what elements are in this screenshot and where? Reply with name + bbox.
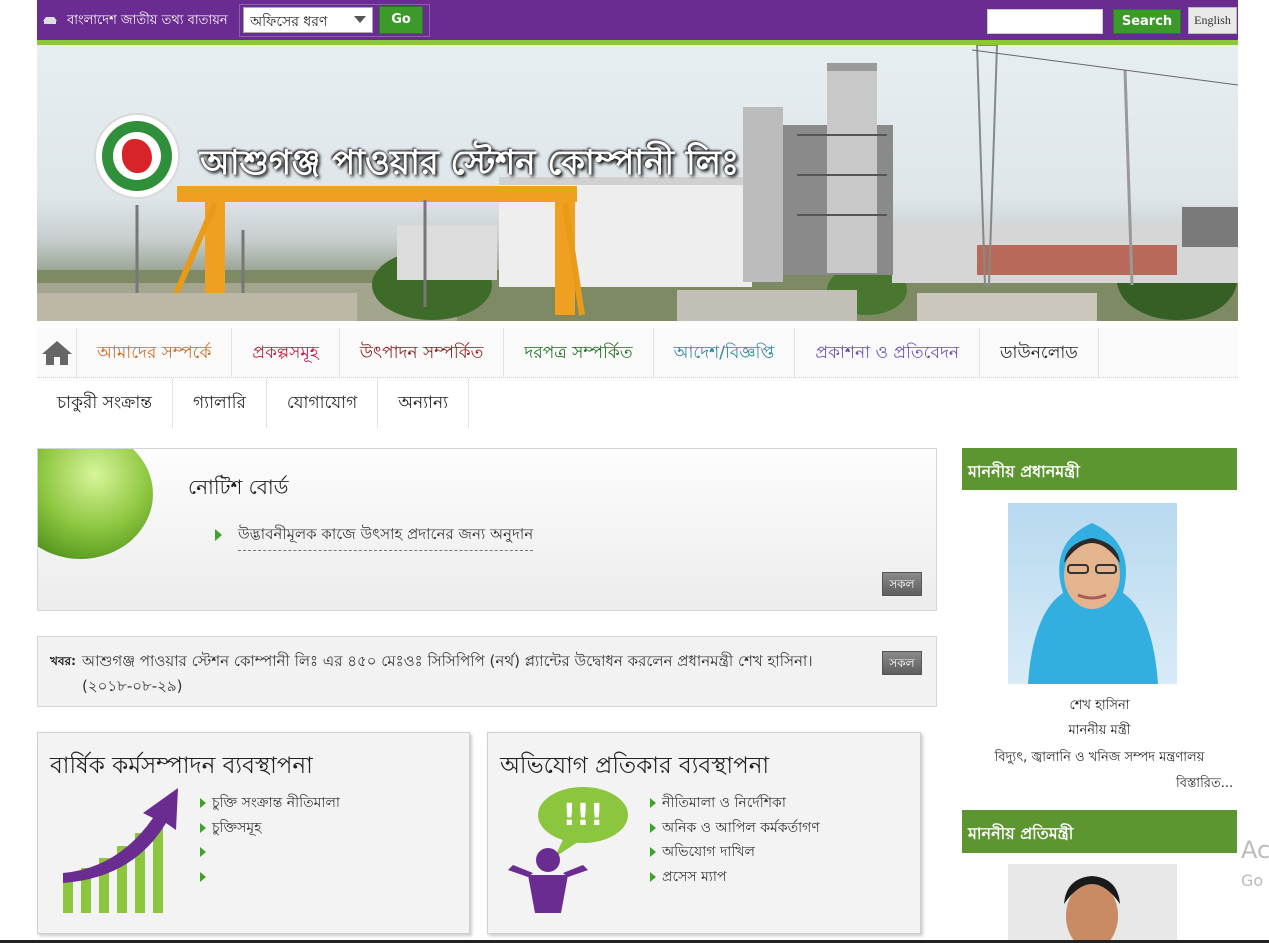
grs-link-item[interactable]: প্রসেস ম্যাপ <box>650 865 820 890</box>
nav-item-secondary-3[interactable]: যোগাযোগ <box>267 378 379 428</box>
notice-board-title: নোটিশ বোর্ড <box>188 475 289 499</box>
portrait-image <box>1064 876 1120 943</box>
notice-item-link[interactable]: উদ্ভাবনীমূলক কাজে উৎসাহ প্রদানের জন্য অন… <box>238 523 534 551</box>
activate-watermark-sub: Go <box>1241 871 1264 890</box>
apa-links: চুক্তি সংক্রান্ত নীতিমালা চুক্তিসমূহ <box>200 791 340 889</box>
notice-board: নোটিশ বোর্ড উদ্ভাবনীমূলক কাজে উৎসাহ প্রদ… <box>37 448 937 611</box>
grs-link-label: নীতিমালা ও নির্দেশিকা <box>662 795 786 812</box>
apa-title[interactable]: বার্ষিক কর্মসম্পাদন ব্যবস্থাপনা <box>50 747 313 786</box>
apa-box: বার্ষিক কর্মসম্পাদন ব্যবস্থাপনা চুক্তি স… <box>37 732 470 934</box>
nav-item-1[interactable]: আমাদের সম্পর্কে <box>77 328 233 378</box>
news-all-button[interactable]: সকল <box>882 651 922 675</box>
apa-link-label: চুক্তি সংক্রান্ত নীতিমালা <box>212 795 340 812</box>
bullet-icon <box>650 798 656 809</box>
bullet-icon <box>215 529 222 541</box>
search-input[interactable] <box>987 9 1103 34</box>
nav-item-7[interactable]: ডাউনলোড <box>980 328 1099 378</box>
grs-title[interactable]: অভিযোগ প্রতিকার ব্যবস্থাপনা <box>500 747 769 786</box>
grs-link-label: প্রসেস ম্যাপ <box>662 868 727 885</box>
nav-item-2[interactable]: প্রকল্পসমূহ <box>232 328 340 378</box>
grs-link-label: অভিযোগ দাখিল <box>662 844 755 861</box>
nav-item-secondary-2[interactable]: গ্যালারি <box>173 378 267 428</box>
office-type-value: অফিসের ধরণ <box>250 14 328 30</box>
chevron-down-icon <box>354 16 366 23</box>
pm-more-link[interactable]: বিস্তারিত... <box>1176 774 1233 795</box>
nav-row-secondary: চাকুরী সংক্রান্ত গ্যালারি যোগাযোগ অন্যান্য <box>37 378 470 428</box>
pm-name: শেখ হাসিনা <box>1069 698 1130 713</box>
apa-link-item[interactable]: চুক্তিসমূহ <box>200 816 340 841</box>
bullet-icon <box>200 798 206 809</box>
nav-item-secondary-4[interactable]: অন্যান্য <box>378 378 470 428</box>
bullet-icon <box>650 822 656 833</box>
complaint-person-icon: !!! <box>508 787 628 913</box>
pm-heading: মাননীয় প্রধানমন্ত্রী <box>962 448 1237 490</box>
grs-links: নীতিমালা ও নির্দেশিকা অনিক ও আপিল কর্মকর্… <box>650 791 820 889</box>
nav-item-4[interactable]: দরপত্র সম্পর্কিত <box>504 328 654 378</box>
search-button[interactable]: Search <box>1113 9 1181 34</box>
activate-watermark: Ac <box>1241 836 1269 864</box>
portrait-image <box>1028 523 1158 684</box>
bullet-icon <box>650 871 656 882</box>
site-title: আশুগঞ্জ পাওয়ার স্টেশন কোম্পানী লিঃ <box>200 143 740 183</box>
apa-link-label: চুক্তিসমূহ <box>212 819 262 836</box>
pm-ministry: বিদ্যুৎ, জ্বালানি ও খনিজ সম্পদ মন্ত্রণাল… <box>994 750 1205 765</box>
top-bar: বাংলাদেশ জাতীয় তথ্য বাতায়ন অফিসের ধরণ … <box>37 0 1238 45</box>
nav-item-6[interactable]: প্রকাশনা ও প্রতিবেদন <box>795 328 981 378</box>
apa-link-item[interactable] <box>200 840 340 865</box>
office-type-select[interactable]: অফিসের ধরণ <box>243 7 373 33</box>
globe-icon <box>38 449 153 559</box>
nav-home[interactable] <box>37 328 77 378</box>
bullet-icon <box>200 871 206 882</box>
language-toggle-button[interactable]: English <box>1188 7 1237 34</box>
portal-label[interactable]: বাংলাদেশ জাতীয় তথ্য বাতায়ন <box>67 11 228 32</box>
news-ticker: খবর: আশুগঞ্জ পাওয়ার স্টেশন কোম্পানী লিঃ… <box>37 636 937 707</box>
grs-link-item[interactable]: অনিক ও আপিল কর্মকর্তাগণ <box>650 816 820 841</box>
apa-link-item[interactable]: চুক্তি সংক্রান্ত নীতিমালা <box>200 791 340 816</box>
government-seal-logo[interactable] <box>94 113 180 199</box>
bullet-icon <box>200 847 206 858</box>
grs-box: অভিযোগ প্রতিকার ব্যবস্থাপনা !!! নীতিমালা… <box>487 732 921 934</box>
home-icon <box>42 341 72 365</box>
apa-link-item[interactable] <box>200 865 340 890</box>
grs-link-label: অনিক ও আপিল কর্মকর্তাগণ <box>662 819 820 836</box>
portal-icon <box>43 17 57 24</box>
svg-text:!!!: !!! <box>562 798 603 833</box>
nav-item-secondary-1[interactable]: চাকুরী সংক্রান্ত <box>37 378 174 428</box>
news-item-link[interactable]: আশুগঞ্জ পাওয়ার স্টেশন কোম্পানী লিঃ এর ৪… <box>82 649 852 699</box>
grs-link-item[interactable]: নীতিমালা ও নির্দেশিকা <box>650 791 820 816</box>
go-button[interactable]: Go <box>379 6 423 34</box>
state-minister-portrait[interactable] <box>1008 864 1177 943</box>
state-minister-heading: মাননীয় প্রতিমন্ত্রী <box>962 810 1237 853</box>
notice-all-button[interactable]: সকল <box>882 572 922 596</box>
pm-role: মাননীয় মন্ত্রী <box>1068 723 1131 738</box>
nav-row-primary: আমাদের সম্পর্কে প্রকল্পসমূহ উৎপাদন সম্পর্ক… <box>37 328 1238 378</box>
pm-portrait[interactable] <box>1008 503 1177 684</box>
bullet-icon <box>200 822 206 833</box>
nav-item-3[interactable]: উৎপাদন সম্পর্কিত <box>340 328 505 378</box>
header-banner: আশুগঞ্জ পাওয়ার স্টেশন কোম্পানী লিঃ <box>37 45 1238 321</box>
bullet-icon <box>650 847 656 858</box>
grs-link-item[interactable]: অভিযোগ দাখিল <box>650 840 820 865</box>
nav-item-5[interactable]: আদেশ/বিজ্ঞপ্তি <box>654 328 796 378</box>
growth-arrow-icon <box>63 788 178 913</box>
news-label: খবর: <box>50 654 76 668</box>
